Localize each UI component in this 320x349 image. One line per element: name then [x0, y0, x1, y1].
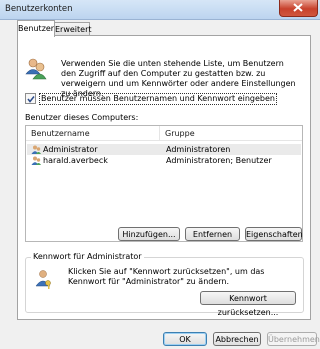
column-divider[interactable] — [159, 126, 160, 140]
password-instructions: Klicken Sie auf "Kennwort zurücksetzen",… — [68, 267, 265, 286]
row-group: Administratoren; Benutzer — [166, 156, 272, 165]
window-title: Benutzerkonten — [5, 4, 73, 14]
table-row[interactable]: Administrator Administratoren — [27, 144, 301, 155]
title-bar: Benutzerkonten — [0, 0, 320, 20]
checkmark-icon — [27, 96, 35, 103]
column-header-username[interactable]: Benutzername — [31, 129, 90, 138]
users-list-label: Benutzer dieses Computers: — [25, 113, 139, 122]
cancel-button[interactable]: Abbrechen — [213, 332, 261, 346]
row-username: harald.averbeck — [43, 156, 108, 165]
tab-benutzer[interactable]: Benutzer — [17, 20, 55, 37]
row-group: Administratoren — [166, 145, 231, 154]
list-header: Benutzername Gruppe — [26, 126, 302, 141]
user-key-icon — [35, 270, 51, 289]
add-user-button[interactable]: Hinzufügen... — [118, 227, 180, 241]
apply-button: Übernehmen — [267, 332, 320, 346]
password-group-title: Kennwort für Administrator — [31, 252, 144, 261]
user-icon — [31, 156, 41, 165]
row-username: Administrator — [43, 145, 98, 154]
tab-erweitert[interactable]: Erweitert — [54, 22, 92, 36]
properties-button[interactable]: Eigenschaften — [245, 227, 303, 241]
users-icon — [25, 58, 47, 80]
require-login-label[interactable]: Benutzer müssen Benutzernamen und Kennwo… — [39, 93, 277, 105]
table-row[interactable]: harald.averbeck Administratoren; Benutze… — [27, 155, 301, 166]
reset-password-button[interactable]: Kennwort zurücksetzen... — [200, 291, 296, 317]
remove-user-button[interactable]: Entfernen — [185, 227, 240, 241]
close-button[interactable] — [279, 0, 318, 17]
users-list[interactable]: Benutzername Gruppe Administrator Admini… — [25, 125, 303, 242]
close-icon — [293, 3, 303, 12]
require-login-checkbox[interactable] — [25, 93, 36, 104]
ok-button[interactable]: OK — [163, 332, 207, 346]
column-header-group[interactable]: Gruppe — [165, 129, 195, 138]
user-icon — [31, 145, 41, 154]
